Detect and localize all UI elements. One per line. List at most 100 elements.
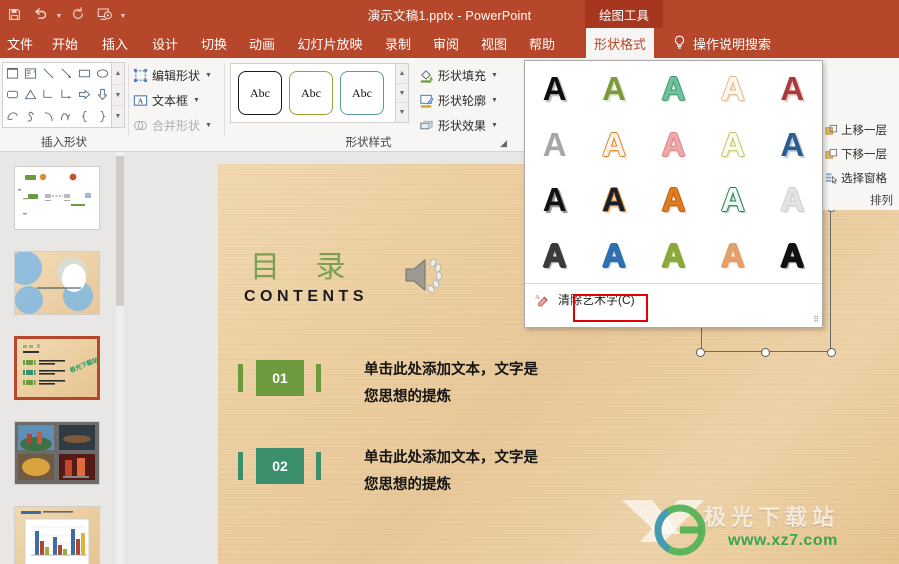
undo-dropdown-icon[interactable]: ▼ <box>54 2 64 26</box>
wordart-style-2[interactable]: A <box>584 61 643 117</box>
wordart-style-17[interactable]: A <box>584 228 643 284</box>
chevron-down-icon[interactable]: ▼ <box>205 122 212 129</box>
freeform-icon[interactable] <box>3 106 21 127</box>
down-arrow-icon[interactable] <box>93 84 111 105</box>
wordart-style-8[interactable]: A <box>644 117 703 173</box>
right-brace-icon[interactable] <box>93 106 111 127</box>
undo-icon[interactable] <box>28 2 52 26</box>
customize-qat-icon[interactable]: ▼ <box>118 2 128 26</box>
slide-thumbnail-4[interactable] <box>14 421 100 485</box>
elbow-connector-icon[interactable] <box>39 84 57 105</box>
bring-forward-button[interactable]: 上移一层 <box>824 122 887 138</box>
chevron-down-icon[interactable]: ▼ <box>193 97 200 104</box>
shape-style-preset-2[interactable]: Abc <box>289 71 333 115</box>
wordart-style-16[interactable]: A <box>525 228 584 284</box>
shape-fill-button[interactable]: 形状填充 ▼ <box>418 65 498 86</box>
text-box-button[interactable]: A 文本框 ▼ <box>132 90 200 111</box>
wordart-style-dropdown[interactable]: AAAAAAAAAAAAAAAAAAAA A 清除艺术字(C) ⠿ <box>524 60 823 328</box>
oval-icon[interactable] <box>93 63 111 84</box>
help-search-box[interactable]: 操作说明搜索 <box>664 28 804 58</box>
edit-shape-button[interactable]: 编辑形状 ▼ <box>132 65 212 86</box>
wordart-style-14[interactable]: A <box>703 172 762 228</box>
contents-row-1[interactable]: 01 单击此处添加文本，文字是 您思想的提炼 <box>238 360 678 418</box>
wordart-style-19[interactable]: A <box>703 228 762 284</box>
tab-7[interactable]: 录制 <box>374 28 422 58</box>
recent-shapes-icon[interactable] <box>3 63 21 84</box>
wordart-style-5[interactable]: A <box>763 61 822 117</box>
wordart-style-3[interactable]: A <box>644 61 703 117</box>
shapes-more-icon[interactable]: ▼ <box>112 106 124 127</box>
tab-2[interactable]: 插入 <box>90 28 140 58</box>
chevron-down-icon[interactable]: ▼ <box>205 72 212 79</box>
row-text[interactable]: 单击此处添加文本，文字是 您思想的提炼 <box>364 357 664 411</box>
style-more-icon[interactable]: ▼ <box>396 103 408 122</box>
wordart-style-1[interactable]: A <box>525 61 584 117</box>
redo-icon[interactable] <box>66 2 90 26</box>
wordart-style-13[interactable]: A <box>644 172 703 228</box>
selection-pane-button[interactable]: 选择窗格 <box>824 170 887 186</box>
rectangle-icon[interactable] <box>75 63 93 84</box>
arrow-line-icon[interactable] <box>57 63 75 84</box>
chevron-down-icon[interactable]: ▼ <box>491 72 498 79</box>
style-scroll-up-icon[interactable]: ▲ <box>396 64 408 84</box>
arc-icon[interactable] <box>39 106 57 127</box>
wordart-style-7[interactable]: A <box>584 117 643 173</box>
shapes-gallery[interactable]: A <box>2 62 112 128</box>
shapes-scroll-down-icon[interactable]: ▼ <box>112 85 124 107</box>
wordart-style-18[interactable]: A <box>644 228 703 284</box>
slide-thumbnail-1[interactable] <box>14 166 100 230</box>
shape-style-scroll[interactable]: ▲ ▼ ▼ <box>396 63 409 123</box>
wordart-style-12[interactable]: A <box>584 172 643 228</box>
resize-handle-sw[interactable] <box>696 348 705 357</box>
elbow-arrow-connector-icon[interactable] <box>57 84 75 105</box>
tab-8[interactable]: 审阅 <box>422 28 470 58</box>
shape-styles-dialog-launcher[interactable]: ◢ <box>495 137 507 149</box>
slide-thumbnail-2[interactable] <box>14 251 100 315</box>
style-scroll-down-icon[interactable]: ▼ <box>396 84 408 104</box>
wordart-style-11[interactable]: A <box>525 172 584 228</box>
right-arrow-icon[interactable] <box>75 84 93 105</box>
shape-effects-button[interactable]: 形状效果 ▼ <box>418 115 498 136</box>
resize-grip-icon[interactable]: ⠿ <box>813 315 819 324</box>
slide-thumbnail-5[interactable] <box>14 506 100 564</box>
thumbnail-scrollbar[interactable] <box>116 152 124 564</box>
tab-5[interactable]: 动画 <box>238 28 286 58</box>
line-icon[interactable] <box>39 63 57 84</box>
wordart-style-6[interactable]: A <box>525 117 584 173</box>
shape-style-gallery[interactable]: Abc Abc Abc <box>230 63 396 123</box>
wordart-style-4[interactable]: A <box>703 61 762 117</box>
merge-shapes-button[interactable]: 合并形状 ▼ <box>132 115 212 136</box>
tab-9[interactable]: 视图 <box>470 28 518 58</box>
triangle-icon[interactable] <box>21 84 39 105</box>
contents-row-2[interactable]: 02 单击此处添加文本，文字是 您思想的提炼 <box>238 448 678 506</box>
shapes-scroll-up-icon[interactable]: ▲ <box>112 63 124 85</box>
row-text[interactable]: 单击此处添加文本，文字是 您思想的提炼 <box>364 445 664 499</box>
slide-title-chinese[interactable]: 目 录 <box>250 242 359 286</box>
wordart-style-20[interactable]: A <box>763 228 822 284</box>
save-icon[interactable] <box>2 2 26 26</box>
rounded-rectangle-icon[interactable] <box>3 84 21 105</box>
tab-0[interactable]: 文件 <box>0 28 40 58</box>
clear-wordart-menu-item[interactable]: A 清除艺术字(C) <box>525 284 822 314</box>
wordart-style-15[interactable]: A <box>763 172 822 228</box>
double-arc-icon[interactable] <box>57 106 75 127</box>
scribble-icon[interactable] <box>21 106 39 127</box>
shape-style-preset-3[interactable]: Abc <box>340 71 384 115</box>
slide-thumbnail-3[interactable]: 极光下载站 <box>14 336 100 400</box>
text-box-shape-icon[interactable]: A <box>21 63 39 84</box>
speaker-icon[interactable] <box>400 252 452 298</box>
left-brace-icon[interactable] <box>75 106 93 127</box>
chevron-down-icon[interactable]: ▼ <box>491 122 498 129</box>
wordart-style-9[interactable]: A <box>703 117 762 173</box>
tab-1[interactable]: 开始 <box>40 28 90 58</box>
slide-title-english[interactable]: CONTENTS <box>244 288 368 306</box>
chevron-down-icon[interactable]: ▼ <box>491 97 498 104</box>
tab-10[interactable]: 帮助 <box>518 28 566 58</box>
wordart-style-10[interactable]: A <box>763 117 822 173</box>
start-slideshow-icon[interactable] <box>92 2 116 26</box>
thumbnail-scrollbar-thumb[interactable] <box>116 156 124 306</box>
resize-handle-se[interactable] <box>827 348 836 357</box>
tab-3[interactable]: 设计 <box>140 28 190 58</box>
tab-11[interactable]: 形状格式 <box>586 28 654 58</box>
shape-style-preset-1[interactable]: Abc <box>238 71 282 115</box>
